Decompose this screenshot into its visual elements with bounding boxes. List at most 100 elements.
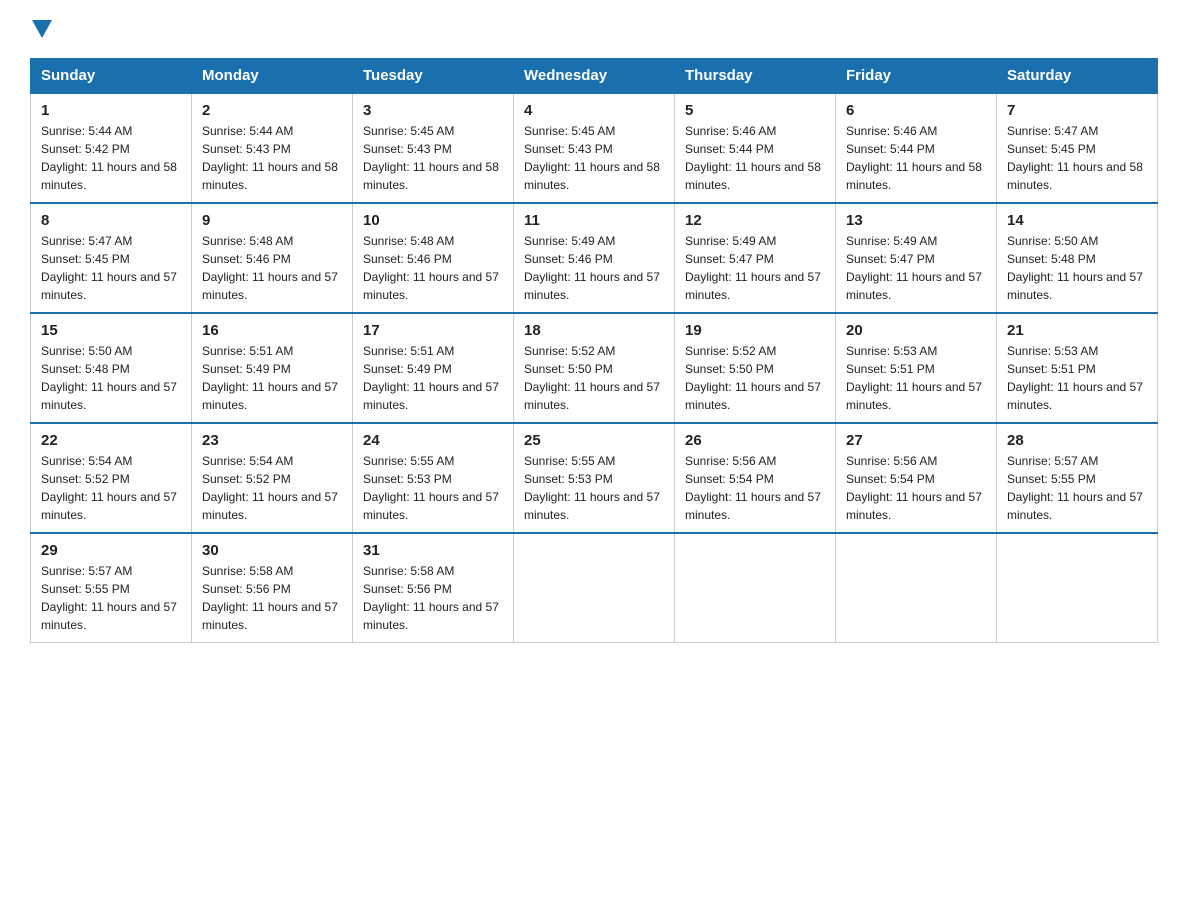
day-number: 27 xyxy=(846,432,986,449)
calendar-day-cell: 3 Sunrise: 5:45 AM Sunset: 5:43 PM Dayli… xyxy=(353,93,514,203)
day-number: 20 xyxy=(846,322,986,339)
day-info: Sunrise: 5:55 AM Sunset: 5:53 PM Dayligh… xyxy=(524,452,664,524)
day-number: 1 xyxy=(41,102,181,119)
calendar-day-cell: 4 Sunrise: 5:45 AM Sunset: 5:43 PM Dayli… xyxy=(514,93,675,203)
calendar-week-row: 29 Sunrise: 5:57 AM Sunset: 5:55 PM Dayl… xyxy=(31,533,1158,643)
day-number: 12 xyxy=(685,212,825,229)
calendar-day-cell: 25 Sunrise: 5:55 AM Sunset: 5:53 PM Dayl… xyxy=(514,423,675,533)
calendar-day-cell: 14 Sunrise: 5:50 AM Sunset: 5:48 PM Dayl… xyxy=(997,203,1158,313)
calendar-day-cell: 22 Sunrise: 5:54 AM Sunset: 5:52 PM Dayl… xyxy=(31,423,192,533)
day-info: Sunrise: 5:58 AM Sunset: 5:56 PM Dayligh… xyxy=(363,562,503,634)
day-number: 15 xyxy=(41,322,181,339)
calendar-day-cell: 21 Sunrise: 5:53 AM Sunset: 5:51 PM Dayl… xyxy=(997,313,1158,423)
day-number: 23 xyxy=(202,432,342,449)
day-number: 10 xyxy=(363,212,503,229)
day-number: 2 xyxy=(202,102,342,119)
day-info: Sunrise: 5:48 AM Sunset: 5:46 PM Dayligh… xyxy=(202,232,342,304)
day-info: Sunrise: 5:53 AM Sunset: 5:51 PM Dayligh… xyxy=(1007,342,1147,414)
day-info: Sunrise: 5:57 AM Sunset: 5:55 PM Dayligh… xyxy=(41,562,181,634)
day-info: Sunrise: 5:55 AM Sunset: 5:53 PM Dayligh… xyxy=(363,452,503,524)
calendar-header-row: SundayMondayTuesdayWednesdayThursdayFrid… xyxy=(31,59,1158,94)
day-info: Sunrise: 5:57 AM Sunset: 5:55 PM Dayligh… xyxy=(1007,452,1147,524)
calendar-day-cell: 1 Sunrise: 5:44 AM Sunset: 5:42 PM Dayli… xyxy=(31,93,192,203)
page-header xyxy=(30,20,1158,38)
day-number: 8 xyxy=(41,212,181,229)
calendar-day-cell xyxy=(997,533,1158,643)
day-number: 17 xyxy=(363,322,503,339)
calendar-day-cell: 5 Sunrise: 5:46 AM Sunset: 5:44 PM Dayli… xyxy=(675,93,836,203)
calendar-day-cell: 11 Sunrise: 5:49 AM Sunset: 5:46 PM Dayl… xyxy=(514,203,675,313)
calendar-week-row: 15 Sunrise: 5:50 AM Sunset: 5:48 PM Dayl… xyxy=(31,313,1158,423)
day-number: 7 xyxy=(1007,102,1147,119)
calendar-day-cell: 27 Sunrise: 5:56 AM Sunset: 5:54 PM Dayl… xyxy=(836,423,997,533)
day-info: Sunrise: 5:49 AM Sunset: 5:47 PM Dayligh… xyxy=(685,232,825,304)
day-info: Sunrise: 5:44 AM Sunset: 5:42 PM Dayligh… xyxy=(41,122,181,194)
day-number: 6 xyxy=(846,102,986,119)
calendar-day-cell: 8 Sunrise: 5:47 AM Sunset: 5:45 PM Dayli… xyxy=(31,203,192,313)
calendar-header-monday: Monday xyxy=(192,59,353,94)
day-info: Sunrise: 5:49 AM Sunset: 5:47 PM Dayligh… xyxy=(846,232,986,304)
calendar-day-cell: 2 Sunrise: 5:44 AM Sunset: 5:43 PM Dayli… xyxy=(192,93,353,203)
calendar-day-cell: 19 Sunrise: 5:52 AM Sunset: 5:50 PM Dayl… xyxy=(675,313,836,423)
day-number: 22 xyxy=(41,432,181,449)
calendar-header-saturday: Saturday xyxy=(997,59,1158,94)
day-info: Sunrise: 5:50 AM Sunset: 5:48 PM Dayligh… xyxy=(41,342,181,414)
day-number: 21 xyxy=(1007,322,1147,339)
calendar-day-cell: 29 Sunrise: 5:57 AM Sunset: 5:55 PM Dayl… xyxy=(31,533,192,643)
day-info: Sunrise: 5:46 AM Sunset: 5:44 PM Dayligh… xyxy=(685,122,825,194)
calendar-day-cell xyxy=(675,533,836,643)
calendar-day-cell: 15 Sunrise: 5:50 AM Sunset: 5:48 PM Dayl… xyxy=(31,313,192,423)
day-number: 19 xyxy=(685,322,825,339)
calendar-week-row: 1 Sunrise: 5:44 AM Sunset: 5:42 PM Dayli… xyxy=(31,93,1158,203)
day-number: 3 xyxy=(363,102,503,119)
day-number: 18 xyxy=(524,322,664,339)
calendar-day-cell: 13 Sunrise: 5:49 AM Sunset: 5:47 PM Dayl… xyxy=(836,203,997,313)
logo xyxy=(30,20,54,38)
day-number: 11 xyxy=(524,212,664,229)
day-info: Sunrise: 5:53 AM Sunset: 5:51 PM Dayligh… xyxy=(846,342,986,414)
calendar-day-cell: 24 Sunrise: 5:55 AM Sunset: 5:53 PM Dayl… xyxy=(353,423,514,533)
day-number: 31 xyxy=(363,542,503,559)
calendar-header-sunday: Sunday xyxy=(31,59,192,94)
calendar-day-cell: 30 Sunrise: 5:58 AM Sunset: 5:56 PM Dayl… xyxy=(192,533,353,643)
calendar-day-cell: 31 Sunrise: 5:58 AM Sunset: 5:56 PM Dayl… xyxy=(353,533,514,643)
day-number: 5 xyxy=(685,102,825,119)
calendar-day-cell: 7 Sunrise: 5:47 AM Sunset: 5:45 PM Dayli… xyxy=(997,93,1158,203)
day-info: Sunrise: 5:45 AM Sunset: 5:43 PM Dayligh… xyxy=(363,122,503,194)
calendar-header-tuesday: Tuesday xyxy=(353,59,514,94)
day-number: 4 xyxy=(524,102,664,119)
day-number: 13 xyxy=(846,212,986,229)
calendar-header-thursday: Thursday xyxy=(675,59,836,94)
calendar-table: SundayMondayTuesdayWednesdayThursdayFrid… xyxy=(30,58,1158,643)
day-info: Sunrise: 5:51 AM Sunset: 5:49 PM Dayligh… xyxy=(363,342,503,414)
calendar-day-cell xyxy=(514,533,675,643)
calendar-day-cell: 17 Sunrise: 5:51 AM Sunset: 5:49 PM Dayl… xyxy=(353,313,514,423)
calendar-day-cell: 23 Sunrise: 5:54 AM Sunset: 5:52 PM Dayl… xyxy=(192,423,353,533)
calendar-week-row: 8 Sunrise: 5:47 AM Sunset: 5:45 PM Dayli… xyxy=(31,203,1158,313)
day-info: Sunrise: 5:52 AM Sunset: 5:50 PM Dayligh… xyxy=(524,342,664,414)
calendar-day-cell: 26 Sunrise: 5:56 AM Sunset: 5:54 PM Dayl… xyxy=(675,423,836,533)
day-info: Sunrise: 5:56 AM Sunset: 5:54 PM Dayligh… xyxy=(846,452,986,524)
day-info: Sunrise: 5:46 AM Sunset: 5:44 PM Dayligh… xyxy=(846,122,986,194)
day-info: Sunrise: 5:47 AM Sunset: 5:45 PM Dayligh… xyxy=(41,232,181,304)
day-number: 14 xyxy=(1007,212,1147,229)
calendar-day-cell: 16 Sunrise: 5:51 AM Sunset: 5:49 PM Dayl… xyxy=(192,313,353,423)
day-number: 30 xyxy=(202,542,342,559)
calendar-day-cell xyxy=(836,533,997,643)
day-info: Sunrise: 5:56 AM Sunset: 5:54 PM Dayligh… xyxy=(685,452,825,524)
calendar-day-cell: 20 Sunrise: 5:53 AM Sunset: 5:51 PM Dayl… xyxy=(836,313,997,423)
calendar-week-row: 22 Sunrise: 5:54 AM Sunset: 5:52 PM Dayl… xyxy=(31,423,1158,533)
calendar-day-cell: 28 Sunrise: 5:57 AM Sunset: 5:55 PM Dayl… xyxy=(997,423,1158,533)
day-number: 24 xyxy=(363,432,503,449)
day-info: Sunrise: 5:52 AM Sunset: 5:50 PM Dayligh… xyxy=(685,342,825,414)
calendar-day-cell: 18 Sunrise: 5:52 AM Sunset: 5:50 PM Dayl… xyxy=(514,313,675,423)
calendar-day-cell: 12 Sunrise: 5:49 AM Sunset: 5:47 PM Dayl… xyxy=(675,203,836,313)
calendar-header-wednesday: Wednesday xyxy=(514,59,675,94)
day-info: Sunrise: 5:49 AM Sunset: 5:46 PM Dayligh… xyxy=(524,232,664,304)
day-number: 16 xyxy=(202,322,342,339)
day-number: 9 xyxy=(202,212,342,229)
day-number: 25 xyxy=(524,432,664,449)
day-number: 28 xyxy=(1007,432,1147,449)
day-info: Sunrise: 5:44 AM Sunset: 5:43 PM Dayligh… xyxy=(202,122,342,194)
day-number: 29 xyxy=(41,542,181,559)
